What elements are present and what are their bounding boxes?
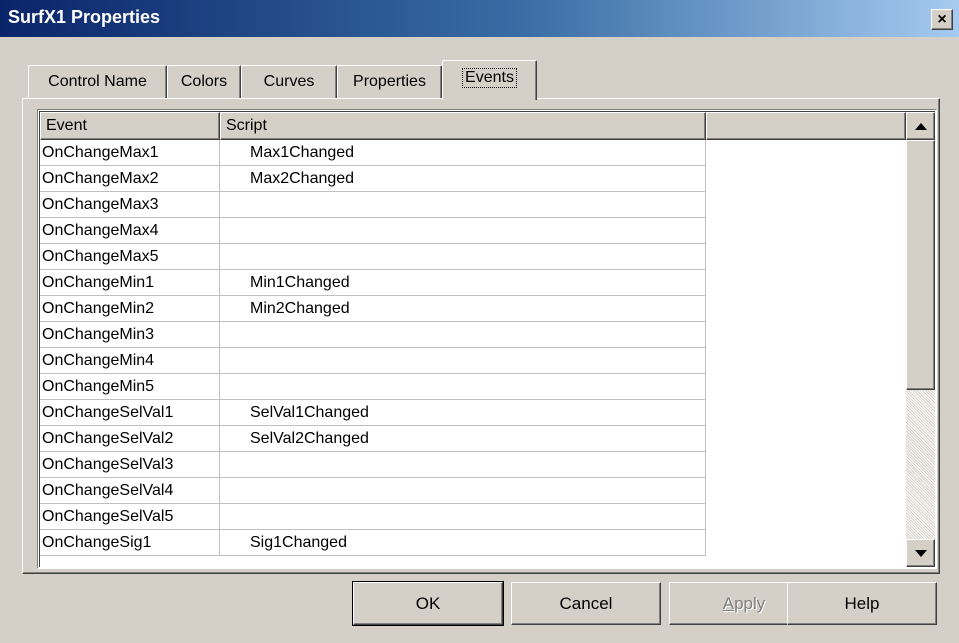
tab-label: Control Name xyxy=(48,73,147,90)
empty-cell xyxy=(706,192,906,218)
window-title: SurfX1 Properties xyxy=(8,7,161,27)
arrow-down-icon xyxy=(914,549,927,557)
empty-cell xyxy=(706,166,906,192)
script-name-cell[interactable]: SelVal1Changed xyxy=(220,400,706,426)
empty-cell xyxy=(706,478,906,504)
tab-properties[interactable]: Properties xyxy=(337,65,442,98)
scroll-thumb[interactable] xyxy=(906,140,935,390)
empty-cell xyxy=(706,452,906,478)
vertical-scrollbar[interactable] xyxy=(906,112,935,567)
tab-label: Curves xyxy=(263,73,315,90)
close-button[interactable]: × xyxy=(931,9,953,30)
script-name-cell[interactable] xyxy=(220,348,706,374)
list-item[interactable]: OnChangeMin3 xyxy=(40,322,906,348)
ok-label: OK xyxy=(415,593,441,613)
event-name-cell[interactable]: OnChangeMax5 xyxy=(40,244,220,270)
event-name-cell[interactable]: OnChangeSelVal5 xyxy=(40,504,220,530)
event-name-cell[interactable]: OnChangeSelVal1 xyxy=(40,400,220,426)
script-name-cell[interactable] xyxy=(220,504,706,530)
column-header-script[interactable]: Script xyxy=(220,112,706,140)
list-item[interactable]: OnChangeSelVal1 SelVal1Changed xyxy=(40,400,906,426)
script-name-cell[interactable]: Min2Changed xyxy=(220,296,706,322)
empty-cell xyxy=(706,218,906,244)
event-name-cell[interactable]: OnChangeMax4 xyxy=(40,218,220,244)
column-header-extra[interactable] xyxy=(706,112,906,140)
title-bar: SurfX1 Properties × xyxy=(0,0,959,37)
properties-dialog: SurfX1 Properties × Control Name Colors … xyxy=(0,0,959,643)
tab-events[interactable]: Events xyxy=(442,60,537,100)
event-name-cell[interactable]: OnChangeSig1 xyxy=(40,530,220,556)
event-name-cell[interactable]: OnChangeMax2 xyxy=(40,166,220,192)
list-rows: OnChangeMax1 Max1Changed OnChangeMax2 Max2C… xyxy=(40,140,906,556)
empty-cell xyxy=(706,530,906,556)
events-list-body: Event Script OnChangeMax1 Max1Changed OnCh… xyxy=(39,111,935,567)
script-name-cell[interactable]: Max2Changed xyxy=(220,166,706,192)
cancel-label: Cancel xyxy=(559,593,613,613)
list-item[interactable]: OnChangeMin1 Min1Changed xyxy=(40,270,906,296)
apply-label: Apply xyxy=(722,593,766,613)
list-item[interactable]: OnChangeMax4 xyxy=(40,218,906,244)
script-name-cell[interactable]: Sig1Changed xyxy=(220,530,706,556)
empty-cell xyxy=(706,270,906,296)
event-name-cell[interactable]: OnChangeSelVal2 xyxy=(40,426,220,452)
event-name-cell[interactable]: OnChangeMin5 xyxy=(40,374,220,400)
list-item[interactable]: OnChangeSelVal2 SelVal2Changed xyxy=(40,426,906,452)
script-name-cell[interactable] xyxy=(220,244,706,270)
tab-colors[interactable]: Colors xyxy=(167,65,241,98)
empty-cell xyxy=(706,400,906,426)
arrow-up-icon xyxy=(914,122,927,130)
list-item[interactable]: OnChangeMax2 Max2Changed xyxy=(40,166,906,192)
script-name-cell[interactable] xyxy=(220,374,706,400)
event-name-cell[interactable]: OnChangeSelVal4 xyxy=(40,478,220,504)
ok-button[interactable]: OK xyxy=(352,581,504,626)
event-name-cell[interactable]: OnChangeMin3 xyxy=(40,322,220,348)
close-icon: × xyxy=(937,10,947,28)
help-label: Help xyxy=(844,593,880,613)
script-name-cell[interactable] xyxy=(220,192,706,218)
list-item[interactable]: OnChangeMin5 xyxy=(40,374,906,400)
event-name-cell[interactable]: OnChangeMin1 xyxy=(40,270,220,296)
tab-label: Events xyxy=(462,67,517,88)
event-name-cell[interactable]: OnChangeMax3 xyxy=(40,192,220,218)
list-item[interactable]: OnChangeMin4 xyxy=(40,348,906,374)
help-button[interactable]: Help xyxy=(787,582,937,625)
list-item[interactable]: OnChangeSelVal4 xyxy=(40,478,906,504)
event-name-cell[interactable]: OnChangeSelVal3 xyxy=(40,452,220,478)
empty-cell xyxy=(706,244,906,270)
list-header: Event Script xyxy=(40,112,906,140)
list-item[interactable]: OnChangeMin2 Min2Changed xyxy=(40,296,906,322)
cancel-button[interactable]: Cancel xyxy=(511,582,661,625)
script-name-cell[interactable]: Min1Changed xyxy=(220,270,706,296)
column-header-event[interactable]: Event xyxy=(40,112,220,140)
tab-label: Properties xyxy=(353,73,426,90)
empty-cell xyxy=(706,322,906,348)
empty-cell xyxy=(706,426,906,452)
empty-cell xyxy=(706,348,906,374)
script-name-cell[interactable] xyxy=(220,322,706,348)
list-item[interactable]: OnChangeSelVal5 xyxy=(40,504,906,530)
list-item[interactable]: OnChangeMax3 xyxy=(40,192,906,218)
event-name-cell[interactable]: OnChangeMax1 xyxy=(40,140,220,166)
list-item[interactable]: OnChangeSig1 Sig1Changed xyxy=(40,530,906,556)
scroll-up-button[interactable] xyxy=(906,112,935,140)
script-name-cell[interactable] xyxy=(220,218,706,244)
empty-cell xyxy=(706,374,906,400)
list-item[interactable]: OnChangeMax5 xyxy=(40,244,906,270)
script-name-cell[interactable] xyxy=(220,478,706,504)
events-list: Event Script OnChangeMax1 Max1Changed OnCh… xyxy=(37,109,937,569)
list-item[interactable]: OnChangeSelVal3 xyxy=(40,452,906,478)
script-name-cell[interactable]: Max1Changed xyxy=(220,140,706,166)
tab-label: Colors xyxy=(180,73,228,90)
script-name-cell[interactable]: SelVal2Changed xyxy=(220,426,706,452)
tab-control-name[interactable]: Control Name xyxy=(28,65,167,98)
event-name-cell[interactable]: OnChangeMin4 xyxy=(40,348,220,374)
scroll-down-button[interactable] xyxy=(906,539,935,567)
list-item[interactable]: OnChangeMax1 Max1Changed xyxy=(40,140,906,166)
script-name-cell[interactable] xyxy=(220,452,706,478)
empty-cell xyxy=(706,140,906,166)
event-name-cell[interactable]: OnChangeMin2 xyxy=(40,296,220,322)
empty-cell xyxy=(706,504,906,530)
tab-curves[interactable]: Curves xyxy=(241,65,337,98)
empty-cell xyxy=(706,296,906,322)
